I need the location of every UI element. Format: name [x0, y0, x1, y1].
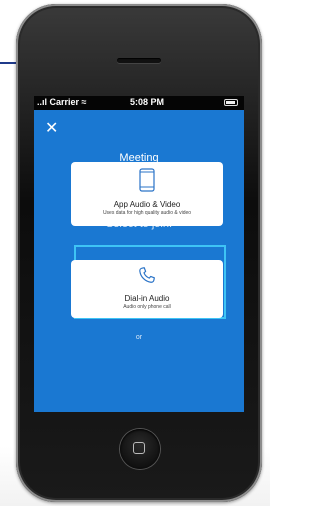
- carrier-label: ..ıl Carrier ≈: [37, 97, 87, 107]
- phone-handset-icon: [71, 265, 223, 287]
- home-button-icon[interactable]: [120, 429, 160, 469]
- option-subtitle: Uses data for high quality audio & video: [102, 210, 192, 216]
- phone-frame: ..ıl Carrier ≈ 5:08 PM ✕ Meeting Meeting…: [16, 4, 262, 502]
- battery-icon: [224, 99, 238, 106]
- or-separator: or: [135, 334, 143, 341]
- clock: 5:08 PM: [130, 97, 165, 107]
- option-title: Dial-in Audio: [124, 294, 170, 303]
- status-bar: ..ıl Carrier ≈ 5:08 PM: [34, 96, 244, 110]
- speaker-grille: [117, 58, 161, 63]
- phone-device-icon: [71, 168, 223, 192]
- option-subtitle: Audio only phone call: [123, 304, 171, 310]
- home-square-glyph: [133, 442, 145, 454]
- close-icon[interactable]: ✕: [45, 121, 58, 137]
- app-audio-video-button[interactable]: App Audio & Video Uses data for high qua…: [71, 162, 223, 226]
- dial-in-audio-button[interactable]: Dial-in Audio Audio only phone call: [71, 260, 223, 318]
- app-screen: ..ıl Carrier ≈ 5:08 PM ✕ Meeting Meeting…: [34, 96, 244, 412]
- option-title: App Audio & Video: [113, 200, 181, 209]
